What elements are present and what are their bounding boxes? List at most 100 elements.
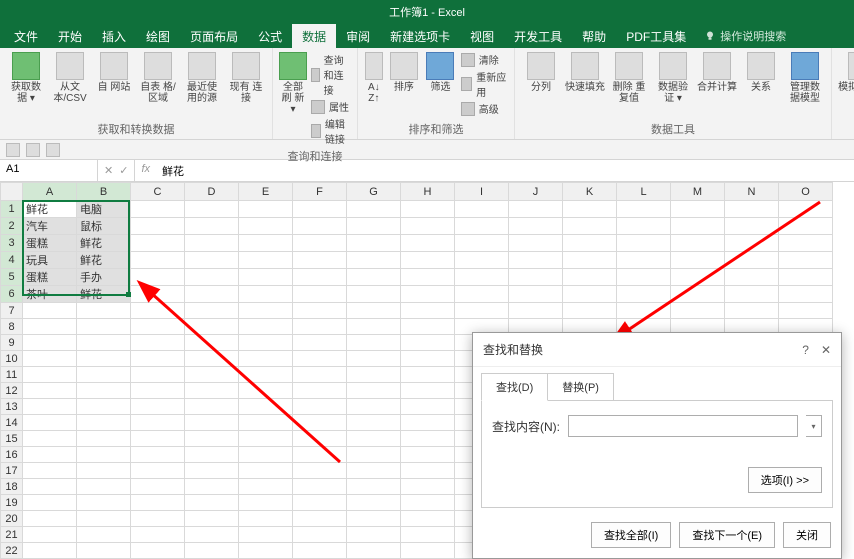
cell-J2[interactable] [509, 218, 563, 235]
cell-B15[interactable] [77, 431, 131, 447]
row-header-5[interactable]: 5 [1, 269, 23, 286]
row-header-19[interactable]: 19 [1, 495, 23, 511]
cell-A17[interactable] [23, 463, 77, 479]
cell-G11[interactable] [347, 367, 401, 383]
cell-B11[interactable] [77, 367, 131, 383]
cell-H2[interactable] [401, 218, 455, 235]
cell-D16[interactable] [185, 447, 239, 463]
cell-G14[interactable] [347, 415, 401, 431]
cell-F9[interactable] [293, 335, 347, 351]
cell-C18[interactable] [131, 479, 185, 495]
cell-H12[interactable] [401, 383, 455, 399]
cell-A16[interactable] [23, 447, 77, 463]
remove-duplicates-button[interactable]: 删除 重复值 [609, 52, 649, 104]
cell-C13[interactable] [131, 399, 185, 415]
row-header-17[interactable]: 17 [1, 463, 23, 479]
row-header-18[interactable]: 18 [1, 479, 23, 495]
find-next-button[interactable]: 查找下一个(E) [679, 522, 775, 548]
cell-E19[interactable] [239, 495, 293, 511]
cell-E22[interactable] [239, 543, 293, 559]
cell-E1[interactable] [239, 201, 293, 218]
cell-B18[interactable] [77, 479, 131, 495]
qat-redo-icon[interactable] [46, 143, 60, 157]
cell-K5[interactable] [563, 269, 617, 286]
cell-E12[interactable] [239, 383, 293, 399]
cell-C5[interactable] [131, 269, 185, 286]
cell-G3[interactable] [347, 235, 401, 252]
cell-K7[interactable] [563, 303, 617, 319]
consolidate-button[interactable]: 合并计算 [697, 52, 737, 93]
cell-H8[interactable] [401, 319, 455, 335]
cell-H10[interactable] [401, 351, 455, 367]
cell-N7[interactable] [725, 303, 779, 319]
cell-D11[interactable] [185, 367, 239, 383]
cell-I6[interactable] [455, 286, 509, 303]
cell-G2[interactable] [347, 218, 401, 235]
cell-F10[interactable] [293, 351, 347, 367]
cell-D8[interactable] [185, 319, 239, 335]
cell-O5[interactable] [779, 269, 833, 286]
cell-A21[interactable] [23, 527, 77, 543]
cell-D18[interactable] [185, 479, 239, 495]
cell-J6[interactable] [509, 286, 563, 303]
cell-I5[interactable] [455, 269, 509, 286]
cell-N2[interactable] [725, 218, 779, 235]
cell-D5[interactable] [185, 269, 239, 286]
cell-K2[interactable] [563, 218, 617, 235]
cell-B1[interactable]: 电脑 [77, 201, 131, 218]
cell-E16[interactable] [239, 447, 293, 463]
cell-H13[interactable] [401, 399, 455, 415]
data-validation-button[interactable]: 数据验 证 ▾ [653, 52, 693, 104]
cell-G5[interactable] [347, 269, 401, 286]
cell-B3[interactable]: 鲜花 [77, 235, 131, 252]
cell-O3[interactable] [779, 235, 833, 252]
cell-F15[interactable] [293, 431, 347, 447]
cell-A8[interactable] [23, 319, 77, 335]
cell-J5[interactable] [509, 269, 563, 286]
close-button[interactable]: 关闭 [783, 522, 831, 548]
tab-review[interactable]: 审阅 [336, 24, 380, 48]
cell-G8[interactable] [347, 319, 401, 335]
cell-D3[interactable] [185, 235, 239, 252]
cell-L3[interactable] [617, 235, 671, 252]
tab-draw[interactable]: 绘图 [136, 24, 180, 48]
cell-B16[interactable] [77, 447, 131, 463]
cell-B5[interactable]: 手办 [77, 269, 131, 286]
cell-I2[interactable] [455, 218, 509, 235]
tab-view[interactable]: 视图 [460, 24, 504, 48]
options-button[interactable]: 选项(I) >> [748, 467, 822, 493]
cell-F19[interactable] [293, 495, 347, 511]
relationships-button[interactable]: 关系 [741, 52, 781, 93]
cell-H16[interactable] [401, 447, 455, 463]
cell-D21[interactable] [185, 527, 239, 543]
tab-dev[interactable]: 开发工具 [504, 24, 572, 48]
cell-O4[interactable] [779, 252, 833, 269]
text-to-columns-button[interactable]: 分列 [521, 52, 561, 93]
find-all-button[interactable]: 查找全部(I) [591, 522, 671, 548]
cell-E5[interactable] [239, 269, 293, 286]
col-header-D[interactable]: D [185, 183, 239, 201]
cell-K1[interactable] [563, 201, 617, 218]
cell-E8[interactable] [239, 319, 293, 335]
cell-G20[interactable] [347, 511, 401, 527]
col-header-I[interactable]: I [455, 183, 509, 201]
cell-I7[interactable] [455, 303, 509, 319]
cell-M7[interactable] [671, 303, 725, 319]
cell-D22[interactable] [185, 543, 239, 559]
cell-F12[interactable] [293, 383, 347, 399]
cell-D7[interactable] [185, 303, 239, 319]
cell-F20[interactable] [293, 511, 347, 527]
cell-A4[interactable]: 玩具 [23, 252, 77, 269]
cell-H5[interactable] [401, 269, 455, 286]
dialog-close-icon[interactable]: ✕ [821, 343, 831, 357]
cell-A9[interactable] [23, 335, 77, 351]
cell-B12[interactable] [77, 383, 131, 399]
cell-C6[interactable] [131, 286, 185, 303]
cell-L2[interactable] [617, 218, 671, 235]
cell-H20[interactable] [401, 511, 455, 527]
cell-H21[interactable] [401, 527, 455, 543]
row-header-13[interactable]: 13 [1, 399, 23, 415]
row-header-22[interactable]: 22 [1, 543, 23, 559]
cell-D17[interactable] [185, 463, 239, 479]
select-all-corner[interactable] [1, 183, 23, 201]
